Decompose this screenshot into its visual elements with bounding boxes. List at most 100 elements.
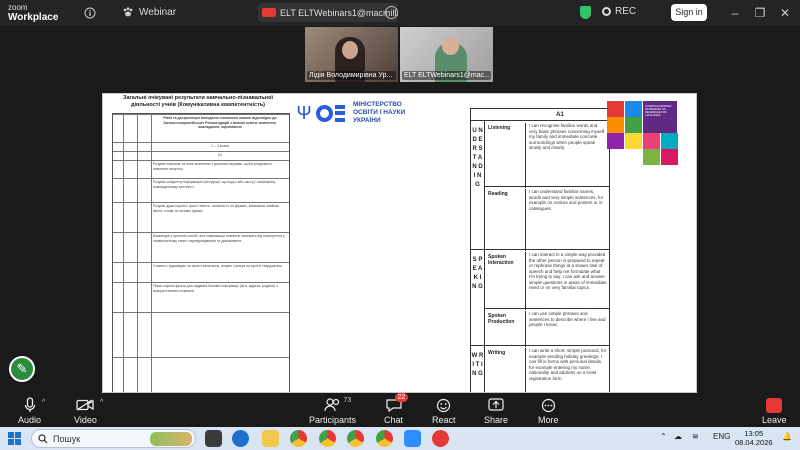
- skill-label: Reading: [488, 191, 508, 197]
- cefr-logo-text: COMMON EUROPEAN FRAMEWORK OF REFERENCE F…: [645, 105, 672, 117]
- skill-label: Listening: [488, 125, 511, 131]
- skill-row: Reading I can understand familiar names,…: [485, 186, 609, 251]
- info-icon[interactable]: [84, 7, 96, 19]
- language-indicator[interactable]: ENG: [713, 432, 730, 441]
- participant-name: Лідія Володимирівна Ур...: [307, 71, 396, 80]
- webinar-label: Webinar: [139, 6, 177, 18]
- skill-text: I can interact in a simple way provided …: [525, 252, 607, 310]
- more-dots-icon: [541, 398, 555, 412]
- more-button[interactable]: More: [538, 397, 559, 425]
- ministry-line3: УКРАЇНИ: [353, 117, 381, 124]
- clock-date: 08.04.2026: [735, 438, 773, 447]
- annotate-pen-button[interactable]: ✎: [9, 356, 35, 382]
- app-taskbar-icon[interactable]: [432, 430, 449, 447]
- participants-button[interactable]: 73 Participants: [309, 397, 356, 425]
- share-label: Share: [484, 415, 509, 425]
- skill-row: Spoken Interaction I can interact in a s…: [485, 249, 609, 310]
- shared-screen: Загальні очікувані результати навчально-…: [102, 93, 697, 393]
- onedrive-icon[interactable]: ☁: [674, 432, 682, 441]
- doc-row: Розуміє повільне та чітке мовлення з дов…: [113, 160, 289, 178]
- microphone-icon: [24, 397, 35, 412]
- chrome-icon[interactable]: [319, 430, 336, 447]
- level-header: A1: [471, 109, 609, 121]
- minimize-button[interactable]: –: [725, 4, 745, 22]
- logo-line2: Workplace: [8, 12, 59, 23]
- participants-count: 73: [343, 397, 352, 404]
- chrome-icon[interactable]: [376, 430, 393, 447]
- cefr-logo: COMMON EUROPEAN FRAMEWORK OF REFERENCE F…: [607, 101, 678, 165]
- notification-bell-icon[interactable]: 🔔: [782, 432, 792, 441]
- file-explorer-icon[interactable]: [262, 430, 279, 447]
- ukrainian-curriculum-table: Загальні очікувані результати навчально-…: [104, 93, 292, 393]
- skill-row: Writing I can write a short, simple post…: [485, 345, 609, 393]
- smiley-icon: [437, 398, 451, 412]
- doc-row: A1: [113, 151, 289, 160]
- react-button[interactable]: React: [432, 397, 456, 425]
- close-button[interactable]: ✕: [775, 4, 795, 22]
- skill-label: Writing: [488, 350, 506, 356]
- edge-browser-icon[interactable]: [232, 430, 249, 447]
- meeting-title: ELT ELTWebinars1@macmillan: [280, 7, 398, 18]
- doc-left-heading: Загальні очікувані результати навчально-…: [123, 95, 273, 108]
- doc-row: 1 – 4 класи: [113, 142, 289, 151]
- leave-button[interactable]: Leave: [762, 397, 787, 425]
- audio-button[interactable]: Audio: [18, 397, 41, 425]
- doc-row: Пише короткі фрази для надання базової і…: [113, 282, 289, 312]
- skill-label: Spoken Interaction: [488, 254, 514, 266]
- meeting-more-button[interactable]: ···: [385, 6, 398, 19]
- cefr-self-assessment-grid: A1 U N D E R S T A N D I N G S P E A K I…: [470, 108, 610, 393]
- participant-video[interactable]: ELT ELTWebinars1@mac...: [400, 27, 493, 82]
- video-button[interactable]: Video: [74, 397, 97, 425]
- audio-chevron-icon[interactable]: ^: [42, 399, 45, 406]
- share-screen-icon: [488, 398, 504, 411]
- side-label-writing: W R I T I N G: [471, 345, 485, 393]
- record-indicator[interactable]: REC: [602, 6, 636, 17]
- ministry-line2: ОСВІТИ І НАУКИ: [353, 109, 406, 116]
- paw-icon: [123, 7, 133, 17]
- zoom-taskbar-icon[interactable]: [404, 430, 421, 447]
- security-shield-icon[interactable]: [580, 6, 591, 19]
- rec-label: REC: [615, 6, 637, 17]
- meeting-title-pill[interactable]: ELT ELTWebinars1@macmillan: [258, 3, 398, 22]
- taskbar-search[interactable]: Пошук: [31, 429, 196, 448]
- tray-chevron-icon[interactable]: ⌃: [660, 432, 667, 441]
- leave-label: Leave: [762, 415, 787, 425]
- audio-label: Audio: [18, 415, 42, 425]
- skill-row: Spoken Production I can use simple phras…: [485, 308, 609, 347]
- search-highlight-image: [150, 432, 192, 446]
- side-label-understanding: U N D E R S T A N D I N G: [471, 121, 485, 249]
- leave-door-icon: [766, 397, 783, 413]
- doc-row: Ставить і відповідає на прості запитання…: [113, 262, 289, 282]
- windows-taskbar: Пошук ⌃ ☁ ≋ ENG 13:05 08.04.2026 🔔: [0, 427, 800, 450]
- zoom-logo: zoom Workplace: [8, 3, 58, 23]
- webinar-indicator: Webinar: [122, 6, 176, 18]
- participants-icon: [323, 398, 339, 412]
- chrome-icon[interactable]: [290, 430, 307, 447]
- wifi-icon[interactable]: ≋: [692, 432, 699, 441]
- video-chevron-icon[interactable]: ^: [100, 399, 103, 406]
- skill-label: Spoken Production: [488, 313, 515, 325]
- taskbar-clock[interactable]: 13:05 08.04.2026: [735, 429, 773, 447]
- skill-text: I can use simple phrases and sentences t…: [525, 311, 607, 347]
- meeting-badge-icon: [262, 8, 276, 17]
- skill-text: I can understand familiar names, words a…: [525, 189, 607, 251]
- chat-badge: 22: [394, 393, 409, 402]
- chrome-icon[interactable]: [347, 430, 364, 447]
- ministry-logo: Ψ МІНІСТЕРСТВО ОСВІТИ І НАУКИ УКРАЇНИ: [294, 93, 474, 133]
- task-view-icon[interactable]: [205, 430, 222, 447]
- sign-in-button[interactable]: Sign in: [671, 4, 707, 21]
- chat-label: Chat: [384, 415, 404, 425]
- video-camera-icon: [76, 399, 95, 411]
- more-label: More: [538, 415, 559, 425]
- chat-button[interactable]: 22 Chat: [384, 393, 409, 425]
- skill-row: Listening I can recognise familiar words…: [485, 121, 609, 188]
- clock-time: 13:05: [744, 429, 764, 438]
- react-label: React: [432, 415, 456, 425]
- share-button[interactable]: Share: [484, 397, 508, 425]
- ministry-line1: МІНІСТЕРСТВО: [353, 101, 402, 108]
- restore-button[interactable]: ❐: [750, 4, 770, 22]
- windows-start-icon[interactable]: [8, 432, 21, 445]
- meeting-toolbar: Audio ^ Video ^ 73 Participants 22 Chat …: [0, 393, 800, 430]
- participant-video[interactable]: Лідія Володимирівна Ур...: [305, 27, 398, 82]
- record-icon: [602, 7, 611, 16]
